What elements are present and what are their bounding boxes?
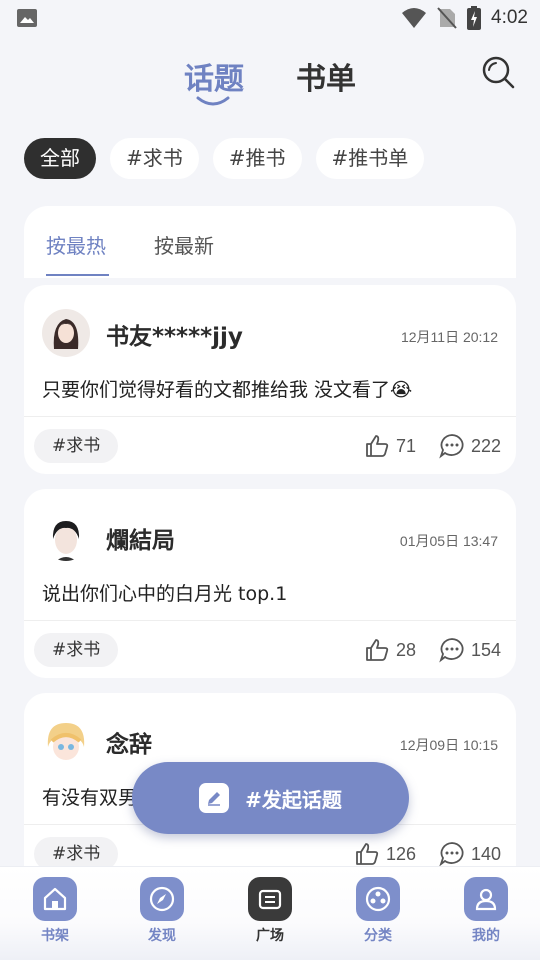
divider bbox=[24, 620, 516, 621]
post-time: 01月05日 13:47 bbox=[399, 533, 498, 549]
nav-bookshelf[interactable]: 书架 bbox=[25, 877, 85, 945]
avatar[interactable] bbox=[42, 717, 90, 765]
post-tag[interactable]: #求书 bbox=[34, 429, 119, 463]
filter-request-book[interactable]: #求书 bbox=[110, 138, 199, 179]
post-content: 只要你们觉得好看的文都推给我 没文看了😭 bbox=[42, 379, 413, 401]
profile-icon bbox=[464, 877, 508, 921]
comment-icon bbox=[439, 842, 464, 867]
username[interactable]: 爛結局 bbox=[106, 521, 175, 555]
like-button[interactable]: 71 bbox=[364, 433, 416, 459]
nav-profile[interactable]: 我的 bbox=[456, 877, 516, 945]
post-time: 12月09日 10:15 bbox=[399, 737, 498, 753]
like-count: 28 bbox=[396, 639, 417, 660]
header: 话题 书单 bbox=[0, 40, 540, 110]
nav-category[interactable]: 分类 bbox=[348, 877, 408, 945]
post-content: 有没有双男 bbox=[42, 787, 138, 809]
comment-count: 222 bbox=[471, 435, 502, 456]
category-icon bbox=[356, 877, 400, 921]
filter-chips: 全部 #求书 #推书 #推书单 bbox=[24, 138, 425, 179]
sort-hottest[interactable]: 按最热 bbox=[46, 230, 106, 259]
avatar[interactable] bbox=[42, 309, 90, 357]
start-topic-button[interactable]: #发起话题 bbox=[132, 762, 409, 834]
sort-newest[interactable]: 按最新 bbox=[154, 230, 214, 259]
post-content: 说出你们心中的白月光 top.1 bbox=[42, 583, 288, 605]
wifi-icon bbox=[402, 8, 427, 28]
like-button[interactable]: 28 bbox=[364, 637, 416, 663]
comment-button[interactable]: 222 bbox=[439, 433, 501, 459]
sort-indicator bbox=[46, 274, 109, 276]
post-card[interactable]: 书友*****jjy 12月11日 20:12 只要你们觉得好看的文都推给我 没… bbox=[24, 285, 516, 474]
like-count: 71 bbox=[396, 435, 417, 456]
plaza-icon bbox=[248, 877, 292, 921]
username[interactable]: 念辞 bbox=[106, 725, 152, 759]
status-bar: 4:02 bbox=[0, 0, 540, 36]
search-icon[interactable] bbox=[480, 54, 516, 90]
comment-count: 154 bbox=[471, 639, 502, 660]
tab-topics[interactable]: 话题 bbox=[184, 54, 244, 98]
image-notification-icon bbox=[17, 9, 37, 27]
post-time: 12月11日 20:12 bbox=[400, 329, 498, 345]
comment-count: 140 bbox=[471, 843, 502, 864]
avatar[interactable] bbox=[42, 513, 90, 561]
nav-label: 书架 bbox=[41, 928, 69, 944]
filter-recommend-list[interactable]: #推书单 bbox=[315, 138, 425, 179]
battery-charging-icon bbox=[467, 6, 482, 30]
like-button[interactable]: 126 bbox=[354, 841, 416, 867]
tab-booklist[interactable]: 书单 bbox=[296, 54, 356, 98]
divider bbox=[24, 416, 516, 417]
thumbs-up-icon bbox=[366, 639, 389, 661]
comment-icon bbox=[439, 434, 464, 459]
like-count: 126 bbox=[386, 843, 417, 864]
comment-icon bbox=[439, 638, 464, 663]
nav-label: 分类 bbox=[364, 928, 392, 944]
edit-icon bbox=[199, 783, 230, 813]
nav-label: 发现 bbox=[148, 928, 176, 944]
thumbs-up-icon bbox=[366, 435, 389, 457]
home-icon bbox=[33, 877, 77, 921]
filter-recommend-book[interactable]: #推书 bbox=[212, 138, 302, 179]
post-tag[interactable]: #求书 bbox=[34, 633, 119, 667]
post-card[interactable]: 爛結局 01月05日 13:47 说出你们心中的白月光 top.1 #求书 28… bbox=[24, 489, 516, 678]
start-topic-label: #发起话题 bbox=[245, 787, 342, 812]
compass-icon bbox=[140, 877, 184, 921]
nav-label: 我的 bbox=[472, 928, 500, 944]
comment-button[interactable]: 154 bbox=[439, 637, 501, 663]
nav-discover[interactable]: 发现 bbox=[132, 877, 192, 945]
active-tab-indicator bbox=[196, 96, 230, 106]
no-sim-icon bbox=[437, 7, 457, 29]
comment-button[interactable]: 140 bbox=[439, 841, 501, 867]
nav-label: 广场 bbox=[256, 928, 284, 944]
sort-bar: 按最热 按最新 bbox=[24, 206, 516, 278]
filter-all[interactable]: 全部 bbox=[24, 138, 96, 179]
clock: 4:02 bbox=[491, 7, 528, 28]
bottom-nav: 书架 发现 广场 分类 我的 bbox=[0, 866, 540, 960]
nav-plaza[interactable]: 广场 bbox=[240, 877, 300, 945]
thumbs-up-icon bbox=[356, 843, 379, 865]
username[interactable]: 书友*****jjy bbox=[106, 317, 243, 351]
